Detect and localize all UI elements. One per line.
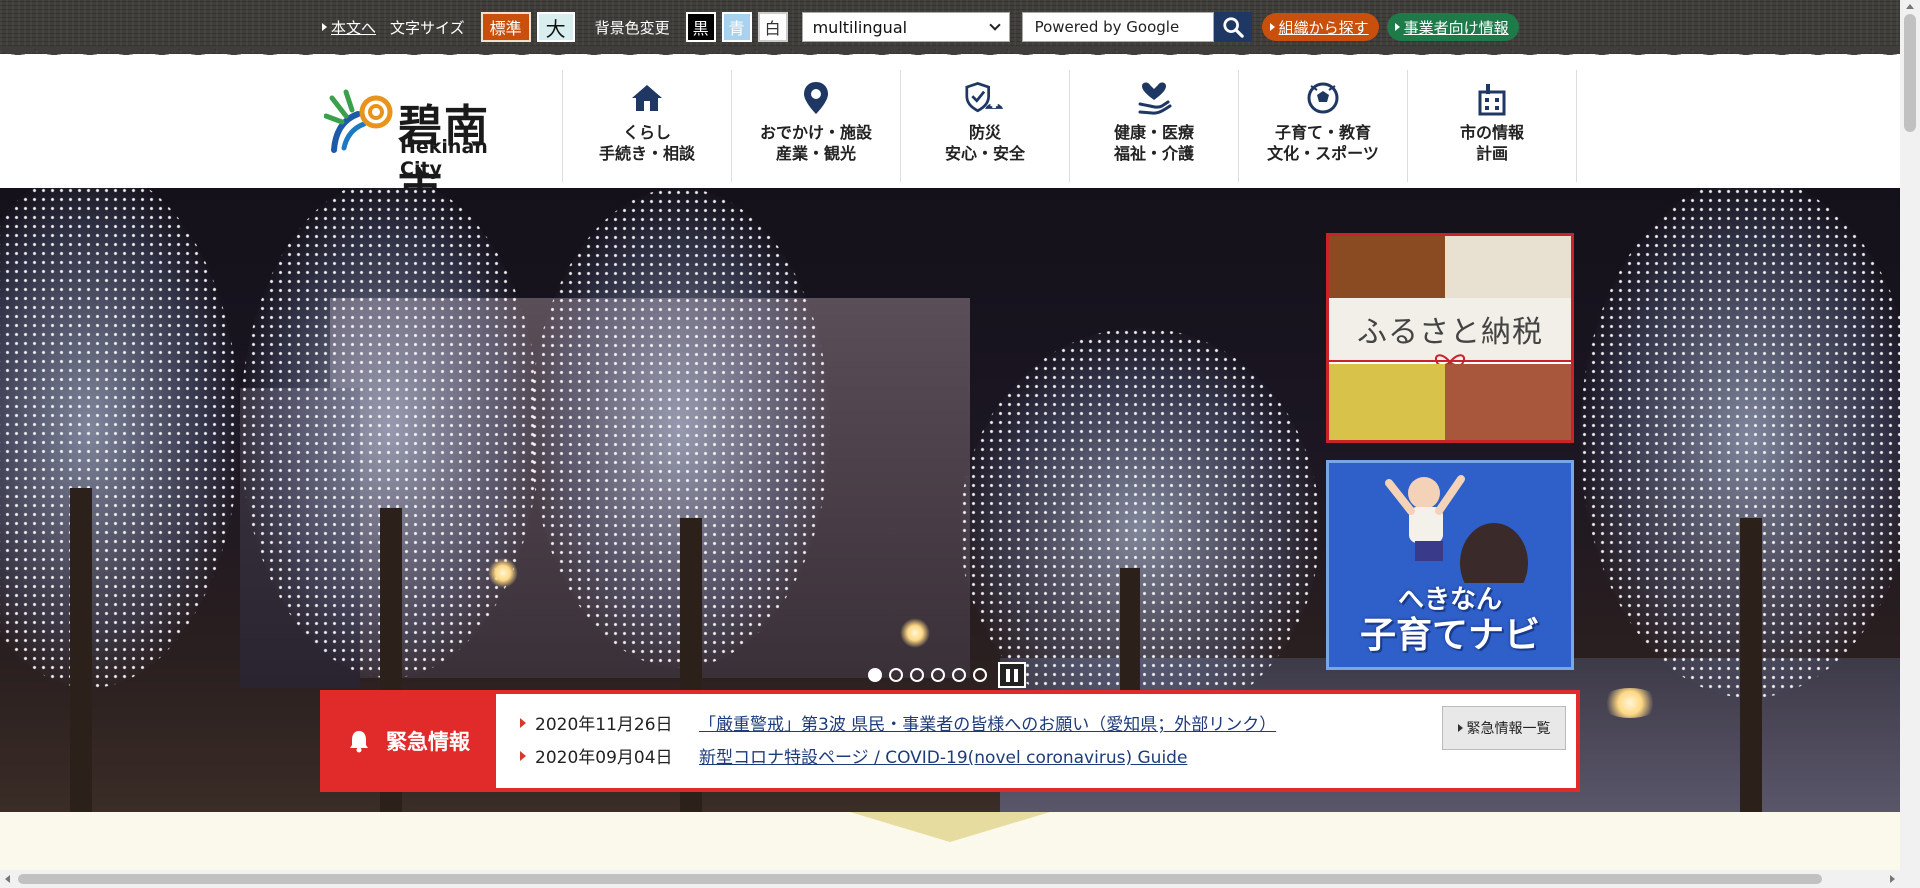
gnav-label: 防災 安心・安全 bbox=[944, 123, 1025, 163]
vertical-scrollbar[interactable] bbox=[1900, 0, 1920, 888]
language-select[interactable]: multilingual bbox=[801, 12, 1010, 42]
banner-photo-top bbox=[1329, 236, 1571, 298]
content-area-top bbox=[0, 812, 1900, 870]
font-size-label: 文字サイズ bbox=[390, 18, 465, 37]
arrow-right-icon bbox=[322, 23, 327, 31]
slider-dot[interactable] bbox=[952, 668, 966, 682]
parent-child-illustration bbox=[1385, 475, 1528, 583]
emergency-date: 2020年11月26日 bbox=[535, 715, 673, 735]
arrow-right-icon bbox=[1394, 23, 1400, 31]
slider-pause-button[interactable] bbox=[998, 662, 1026, 688]
logo-name-en: Hekinan City bbox=[400, 136, 488, 180]
gnav-label: 子育て・教育 文化・スポーツ bbox=[1267, 123, 1379, 163]
gnav-item-kenkou[interactable]: 健康・医療 福祉・介護 bbox=[1070, 70, 1239, 182]
emergency-item: 2020年09月04日 新型コロナ特設ページ / COVID-19(novel … bbox=[520, 739, 1576, 772]
emergency-list-button[interactable]: 緊急情報一覧 bbox=[1442, 706, 1566, 750]
kosodate-title-line1: へきなん bbox=[1397, 585, 1502, 615]
site-logo[interactable]: 碧南市 Hekinan City bbox=[324, 88, 524, 216]
topbar-wave-edge bbox=[0, 46, 1900, 60]
scroll-down-tab bbox=[850, 812, 1050, 842]
gnav-item-shi-no-jouhou[interactable]: 市の情報 計画 bbox=[1408, 70, 1577, 182]
arrow-right-icon bbox=[1457, 724, 1463, 732]
tree-trunk bbox=[70, 488, 92, 812]
city-hall-icon bbox=[1478, 84, 1506, 116]
pause-icon bbox=[1014, 668, 1018, 682]
emergency-list: 2020年11月26日 「厳重警戒」第3波 県民・事業者の皆様へのお願い（愛知県… bbox=[496, 694, 1576, 788]
language-select-value: multilingual bbox=[812, 17, 908, 37]
house-icon bbox=[632, 85, 662, 111]
slider-dot[interactable] bbox=[973, 668, 987, 682]
gnav-label: 市の情報 計画 bbox=[1459, 123, 1524, 163]
horizontal-scrollbar[interactable] bbox=[0, 870, 1900, 888]
bg-color-label: 背景色変更 bbox=[594, 18, 670, 37]
search-button[interactable] bbox=[1213, 12, 1252, 42]
global-nav: くらし 手続き・相談 おでかけ・施設 産業・観光 防災 安心・安全 健康・医療 福祉・介… bbox=[562, 70, 1577, 182]
arrow-right-icon bbox=[520, 717, 526, 728]
illuminated-tree bbox=[0, 188, 240, 688]
kosodate-title: へきなん 子育てナビ bbox=[1329, 585, 1571, 657]
scroll-left-arrow-icon[interactable] bbox=[5, 875, 10, 883]
org-search-label: 組織から探す bbox=[1278, 18, 1369, 37]
search-icon bbox=[1222, 17, 1244, 38]
gnav-label: くらし 手続き・相談 bbox=[598, 123, 695, 163]
site-header: 碧南市 Hekinan City くらし手続き・相談 おでかけ・施設産業・観光 … bbox=[0, 60, 1900, 216]
utility-bar-row: 本文へ 文字サイズ 標準 大 背景色変更 黒 青 白 multilingual … bbox=[322, 12, 1519, 42]
slider-dot[interactable] bbox=[931, 668, 945, 682]
emergency-link[interactable]: 「厳重警戒」第3波 県民・事業者の皆様へのお願い（愛知県；外部リンク） bbox=[699, 710, 1276, 735]
font-size-large-button[interactable]: 大 bbox=[536, 12, 575, 42]
bg-white-button[interactable]: 白 bbox=[757, 12, 788, 42]
street-lamp bbox=[1600, 688, 1660, 718]
heart-hand-icon bbox=[1138, 82, 1172, 115]
slider-dot[interactable] bbox=[910, 668, 924, 682]
hekinan-logo-mark-icon bbox=[324, 89, 393, 153]
map-pin-icon bbox=[804, 82, 828, 114]
gnav-label: 健康・医療 福祉・介護 bbox=[1113, 123, 1194, 163]
horizontal-scroll-thumb[interactable] bbox=[18, 874, 1822, 884]
vertical-scroll-thumb[interactable] bbox=[1904, 14, 1916, 132]
org-search-link[interactable]: 組織から探す bbox=[1261, 13, 1379, 41]
emergency-list-label: 緊急情報一覧 bbox=[1466, 721, 1551, 737]
gnav-label: おでかけ・施設 産業・観光 bbox=[759, 123, 872, 163]
emergency-date: 2020年09月04日 bbox=[535, 748, 673, 768]
gnav-item-odekake[interactable]: おでかけ・施設 産業・観光 bbox=[732, 70, 901, 182]
bell-icon bbox=[350, 731, 368, 753]
tree-trunk bbox=[1740, 518, 1762, 812]
emergency-link[interactable]: 新型コロナ特設ページ / COVID-19(novel coronavirus)… bbox=[699, 743, 1187, 768]
gnav-item-kosodate[interactable]: 子育て・教育 文化・スポーツ bbox=[1239, 70, 1408, 182]
furusato-nouzei-banner[interactable]: ふるさと納税 bbox=[1326, 233, 1574, 443]
font-size-standard-button[interactable]: 標準 bbox=[480, 12, 531, 42]
slider-dot[interactable] bbox=[868, 668, 882, 682]
scroll-up-arrow-icon[interactable] bbox=[1906, 4, 1914, 9]
search-input[interactable]: Powered by Google bbox=[1021, 12, 1214, 42]
bg-blue-button[interactable]: 青 bbox=[721, 12, 752, 42]
kosodate-title-line2: 子育てナビ bbox=[1359, 615, 1540, 656]
banner-photo-bottom bbox=[1329, 364, 1571, 440]
emergency-title: 緊急情報 bbox=[386, 730, 470, 754]
slider-dot[interactable] bbox=[889, 668, 903, 682]
scroll-right-arrow-icon[interactable] bbox=[1890, 875, 1895, 883]
emergency-info-box: 緊急情報 2020年11月26日 「厳重警戒」第3波 県民・事業者の皆様へのお願… bbox=[320, 690, 1580, 792]
emergency-item: 2020年11月26日 「厳重警戒」第3波 県民・事業者の皆様へのお願い（愛知県… bbox=[520, 706, 1576, 739]
emergency-heading: 緊急情報 bbox=[324, 694, 496, 788]
bg-black-button[interactable]: 黒 bbox=[685, 12, 716, 42]
chevron-down-icon bbox=[988, 19, 1001, 31]
business-info-link[interactable]: 事業者向け情報 bbox=[1386, 13, 1519, 41]
arrow-right-icon bbox=[520, 750, 526, 761]
site-search: Powered by Google bbox=[1021, 12, 1252, 42]
skip-link-label: 本文へ bbox=[331, 18, 377, 37]
furusato-title: ふるさと納税 bbox=[1357, 315, 1543, 350]
slider-controls bbox=[868, 662, 1026, 688]
street-lamp bbox=[488, 558, 518, 588]
gnav-item-bousai[interactable]: 防災 安心・安全 bbox=[901, 70, 1070, 182]
pause-icon bbox=[1006, 668, 1010, 682]
business-info-label: 事業者向け情報 bbox=[1403, 18, 1509, 37]
street-lamp bbox=[900, 618, 930, 648]
shield-icon bbox=[965, 82, 1004, 113]
arrow-right-icon bbox=[1269, 23, 1275, 31]
kosodate-navi-banner[interactable]: へきなん 子育てナビ bbox=[1326, 460, 1574, 670]
gnav-item-kurashi[interactable]: くらし 手続き・相談 bbox=[563, 70, 732, 182]
skip-to-content-link[interactable]: 本文へ bbox=[322, 17, 376, 38]
soccer-ball-icon bbox=[1307, 82, 1339, 114]
